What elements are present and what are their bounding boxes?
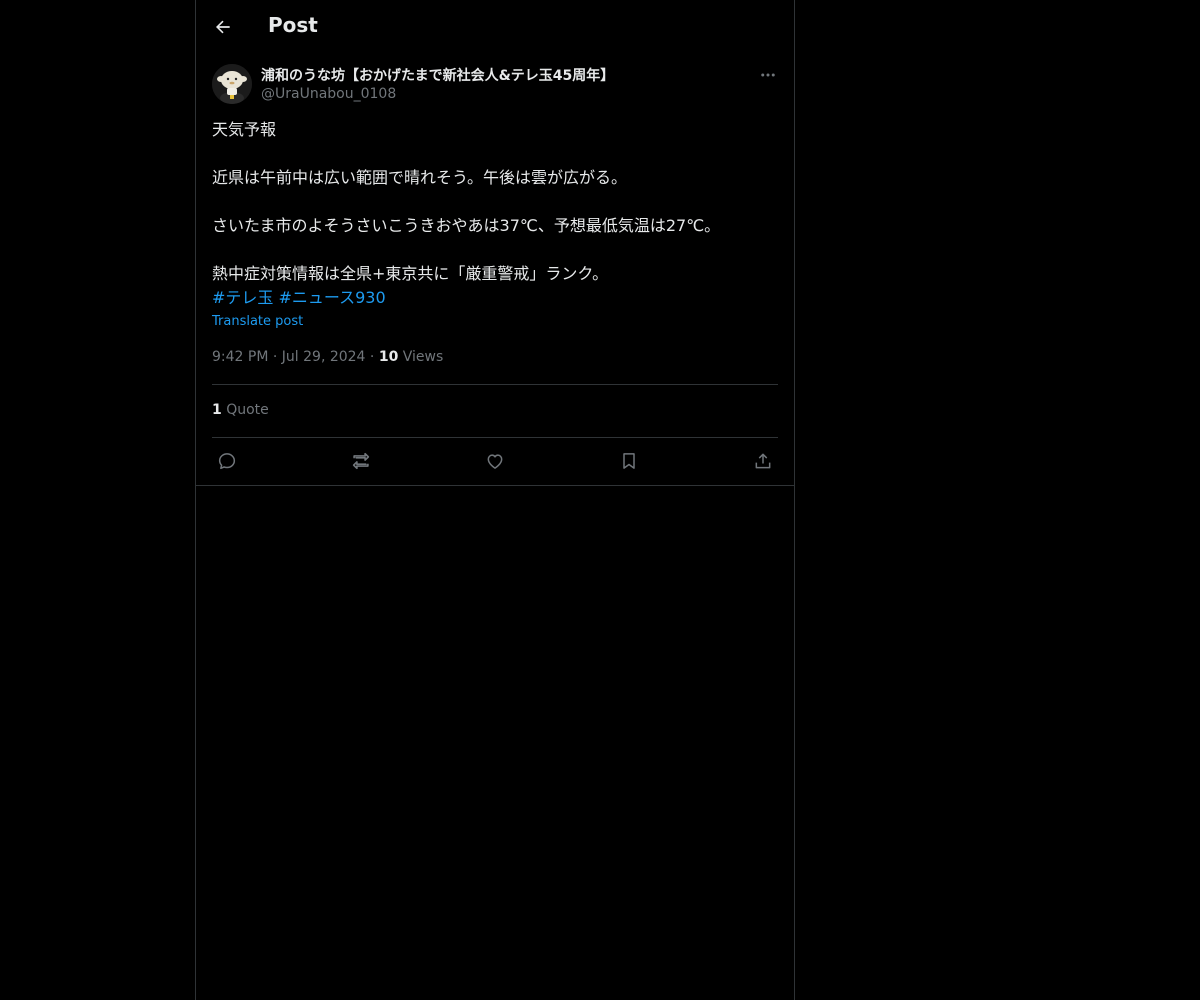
avatar[interactable] bbox=[212, 64, 252, 104]
divider bbox=[212, 437, 778, 438]
share-icon bbox=[755, 453, 771, 469]
top-bar: Post bbox=[196, 0, 794, 53]
hashtag-link[interactable]: #テレ玉 bbox=[212, 288, 273, 307]
translate-post-link[interactable]: Translate post bbox=[212, 314, 303, 329]
more-horizontal-icon bbox=[761, 73, 775, 77]
bookmark-button[interactable] bbox=[614, 446, 644, 476]
action-bar bbox=[212, 446, 778, 476]
page-title: Post bbox=[268, 13, 318, 37]
quotes-count: 1 bbox=[212, 402, 222, 418]
quotes-link[interactable]: 1 Quote bbox=[212, 402, 269, 418]
views-count: 10 bbox=[378, 349, 399, 365]
post-meta: 9:42 PM · Jul 29, 2024 · 10 Views bbox=[212, 349, 443, 365]
post-line: 天気予報 bbox=[212, 120, 277, 139]
hashtag-link[interactable]: #ニュース930 bbox=[279, 288, 386, 307]
more-options-button[interactable] bbox=[756, 64, 780, 86]
views-label: Views bbox=[402, 349, 444, 365]
share-button[interactable] bbox=[748, 446, 778, 476]
author-display-name[interactable]: 浦和のうな坊【おかげたまで新社会人&テレ玉45周年】 bbox=[261, 65, 614, 85]
repost-icon bbox=[352, 452, 370, 470]
heart-icon bbox=[487, 454, 503, 469]
divider bbox=[212, 384, 778, 385]
post-line: 熱中症対策情報は全県+東京共に「厳重警戒」ランク。 bbox=[212, 264, 609, 283]
post-time[interactable]: 9:42 PM bbox=[212, 349, 268, 365]
back-button[interactable] bbox=[206, 10, 240, 44]
post-bottom-border bbox=[196, 485, 794, 486]
author-handle[interactable]: @UraUnabou_0108 bbox=[261, 86, 396, 102]
meta-separator: · bbox=[272, 349, 278, 365]
post-date[interactable]: Jul 29, 2024 bbox=[282, 349, 366, 365]
reply-icon bbox=[218, 453, 236, 470]
meta-separator: · bbox=[369, 349, 375, 365]
post-line: 近県は午前中は広い範囲で晴れそう。午後は雲が広がる。 bbox=[212, 168, 628, 187]
quotes-label: Quote bbox=[226, 402, 269, 418]
post-column: Post 浦和のうな坊【おかげたまで新社会人&テレ玉45周年】 @UraUnab… bbox=[195, 0, 795, 1000]
like-button[interactable] bbox=[480, 446, 510, 476]
repost-button[interactable] bbox=[346, 446, 376, 476]
mascot-avatar-image bbox=[212, 64, 252, 104]
post-line: さいたま市のよそうさいこうきおやあは37℃、予想最低気温は27℃。 bbox=[212, 216, 721, 235]
hashtag-line: #テレ玉 #ニュース930 bbox=[212, 286, 778, 310]
arrow-left-icon bbox=[216, 20, 230, 34]
post-text: 天気予報 近県は午前中は広い範囲で晴れそう。午後は雲が広がる。 さいたま市のよそ… bbox=[212, 118, 778, 310]
reply-button[interactable] bbox=[212, 446, 242, 476]
bookmark-icon bbox=[623, 453, 635, 469]
